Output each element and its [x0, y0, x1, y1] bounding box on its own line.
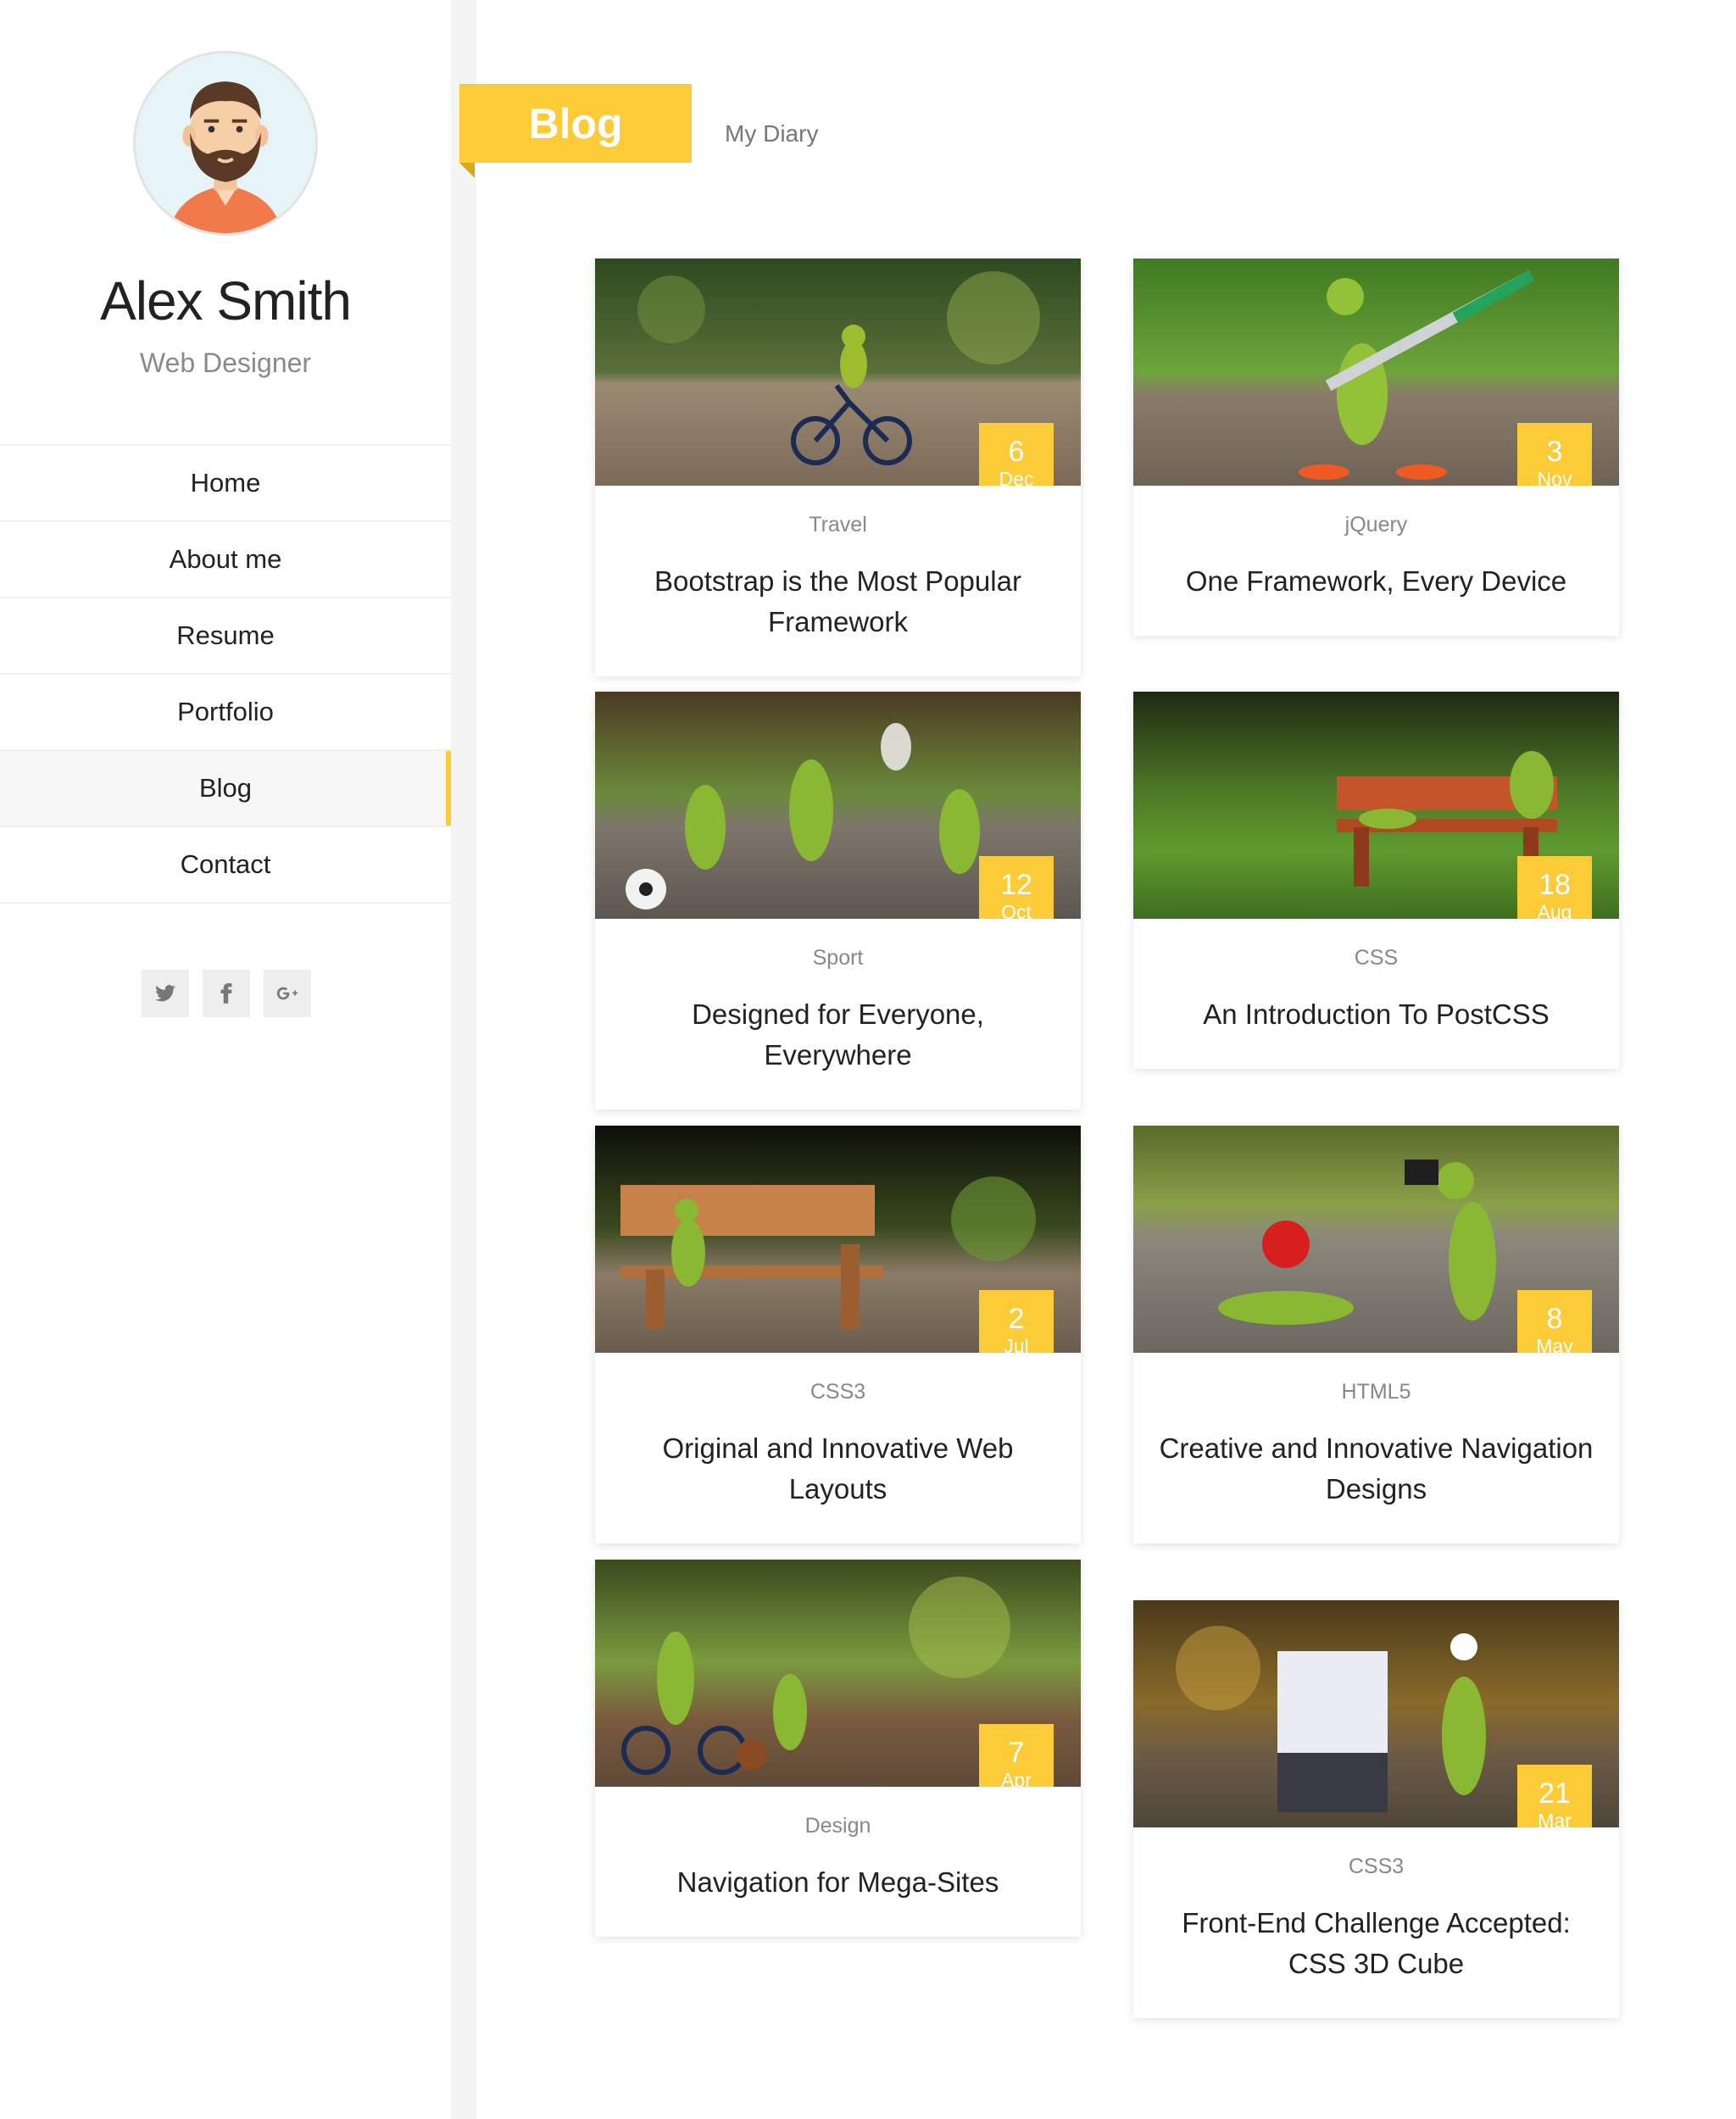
date-badge: 18 Aug: [1517, 856, 1592, 919]
post-title[interactable]: One Framework, Every Device: [1159, 561, 1594, 602]
blog-card[interactable]: 7 Apr Design Navigation for Mega-Sites: [595, 1560, 1081, 1937]
date-day: 3: [1546, 436, 1563, 468]
card-body: Sport Designed for Everyone, Everywhere: [595, 919, 1081, 1110]
sidebar: Alex Smith Web Designer Home About me Re…: [0, 0, 451, 2119]
post-image[interactable]: 12 Oct: [595, 692, 1081, 919]
date-day: 12: [1000, 869, 1032, 901]
date-month: Nov: [1537, 468, 1572, 486]
blog-card[interactable]: 21 Mar CSS3 Front-End Challenge Accepted…: [1133, 1600, 1619, 2018]
post-category[interactable]: CSS3: [620, 1380, 1055, 1404]
profile-name: Alex Smith: [100, 270, 352, 331]
post-title[interactable]: Designed for Everyone, Everywhere: [620, 994, 1055, 1076]
date-day: 6: [1008, 436, 1025, 468]
twitter-icon: [155, 985, 175, 1002]
card-body: CSS An Introduction To PostCSS: [1133, 919, 1619, 1069]
blog-card[interactable]: 18 Aug CSS An Introduction To PostCSS: [1133, 692, 1619, 1069]
main-nav: Home About me Resume Portfolio Blog Cont…: [0, 444, 451, 904]
date-day: 2: [1008, 1303, 1025, 1335]
blog-card[interactable]: 8 May HTML5 Creative and Innovative Navi…: [1133, 1126, 1619, 1543]
card-body: Design Navigation for Mega-Sites: [595, 1787, 1081, 1937]
card-body: CSS3 Front-End Challenge Accepted: CSS 3…: [1133, 1827, 1619, 2018]
blog-card[interactable]: 12 Oct Sport Designed for Everyone, Ever…: [595, 692, 1081, 1110]
google-plus-button[interactable]: [264, 970, 311, 1017]
post-title[interactable]: An Introduction To PostCSS: [1159, 994, 1594, 1035]
facebook-icon: [220, 983, 232, 1004]
nav-item-home[interactable]: Home: [0, 446, 451, 522]
date-day: 7: [1008, 1737, 1025, 1769]
post-title[interactable]: Creative and Innovative Navigation Desig…: [1159, 1428, 1594, 1510]
post-image[interactable]: 3 Nov: [1133, 259, 1619, 486]
google-plus-icon: [276, 987, 298, 1000]
date-badge: 6 Dec: [979, 423, 1054, 486]
card-body: HTML5 Creative and Innovative Navigation…: [1133, 1353, 1619, 1543]
date-month: Mar: [1538, 1810, 1572, 1827]
card-body: jQuery One Framework, Every Device: [1133, 486, 1619, 636]
post-title[interactable]: Bootstrap is the Most Popular Framework: [620, 561, 1055, 642]
avatar-illustration: [136, 53, 315, 233]
profile-role: Web Designer: [139, 348, 312, 378]
date-month: May: [1536, 1335, 1573, 1353]
post-category[interactable]: CSS: [1159, 946, 1594, 971]
post-category[interactable]: Sport: [620, 946, 1055, 971]
date-month: Dec: [999, 468, 1034, 486]
nav-item-contact[interactable]: Contact: [0, 827, 451, 904]
nav-item-about[interactable]: About me: [0, 522, 451, 598]
post-category[interactable]: CSS3: [1159, 1855, 1594, 1879]
nav-item-portfolio[interactable]: Portfolio: [0, 675, 451, 751]
date-badge: 21 Mar: [1517, 1765, 1592, 1827]
sidebar-divider: [451, 0, 476, 2119]
post-category[interactable]: Travel: [620, 513, 1055, 537]
card-body: Travel Bootstrap is the Most Popular Fra…: [595, 486, 1081, 676]
post-image[interactable]: 18 Aug: [1133, 692, 1619, 919]
date-day: 21: [1538, 1777, 1571, 1810]
post-title[interactable]: Original and Innovative Web Layouts: [620, 1428, 1055, 1510]
social-links: [142, 970, 311, 1017]
post-image[interactable]: 21 Mar: [1133, 1600, 1619, 1827]
post-category[interactable]: jQuery: [1159, 513, 1594, 537]
date-day: 8: [1546, 1303, 1563, 1335]
post-title[interactable]: Front-End Challenge Accepted: CSS 3D Cub…: [1159, 1903, 1594, 1984]
date-month: Jul: [1004, 1335, 1029, 1353]
date-day: 18: [1538, 869, 1571, 901]
twitter-button[interactable]: [142, 970, 189, 1017]
post-image[interactable]: 6 Dec: [595, 259, 1081, 486]
blog-card[interactable]: 3 Nov jQuery One Framework, Every Device: [1133, 259, 1619, 636]
post-category[interactable]: HTML5: [1159, 1380, 1594, 1404]
page-title: Blog: [459, 84, 692, 163]
date-badge: 2 Jul: [979, 1290, 1054, 1353]
date-badge: 3 Nov: [1517, 423, 1592, 486]
post-category[interactable]: Design: [620, 1814, 1055, 1838]
nav-item-resume[interactable]: Resume: [0, 598, 451, 675]
date-month: Apr: [1001, 1769, 1032, 1787]
date-badge: 8 May: [1517, 1290, 1592, 1353]
date-badge: 7 Apr: [979, 1724, 1054, 1787]
avatar: [133, 51, 318, 236]
date-month: Aug: [1537, 901, 1572, 919]
card-body: CSS3 Original and Innovative Web Layouts: [595, 1353, 1081, 1543]
nav-item-blog[interactable]: Blog: [0, 751, 451, 827]
post-image[interactable]: 8 May: [1133, 1126, 1619, 1353]
page-title-fold: [459, 163, 475, 178]
date-badge: 12 Oct: [979, 856, 1054, 919]
facebook-button[interactable]: [203, 970, 250, 1017]
post-title[interactable]: Navigation for Mega-Sites: [620, 1862, 1055, 1903]
blog-card[interactable]: 6 Dec Travel Bootstrap is the Most Popul…: [595, 259, 1081, 676]
blog-card[interactable]: 2 Jul CSS3 Original and Innovative Web L…: [595, 1126, 1081, 1543]
post-image[interactable]: 2 Jul: [595, 1126, 1081, 1353]
date-month: Oct: [1001, 901, 1032, 919]
post-image[interactable]: 7 Apr: [595, 1560, 1081, 1787]
page-subtitle: My Diary: [725, 120, 819, 147]
